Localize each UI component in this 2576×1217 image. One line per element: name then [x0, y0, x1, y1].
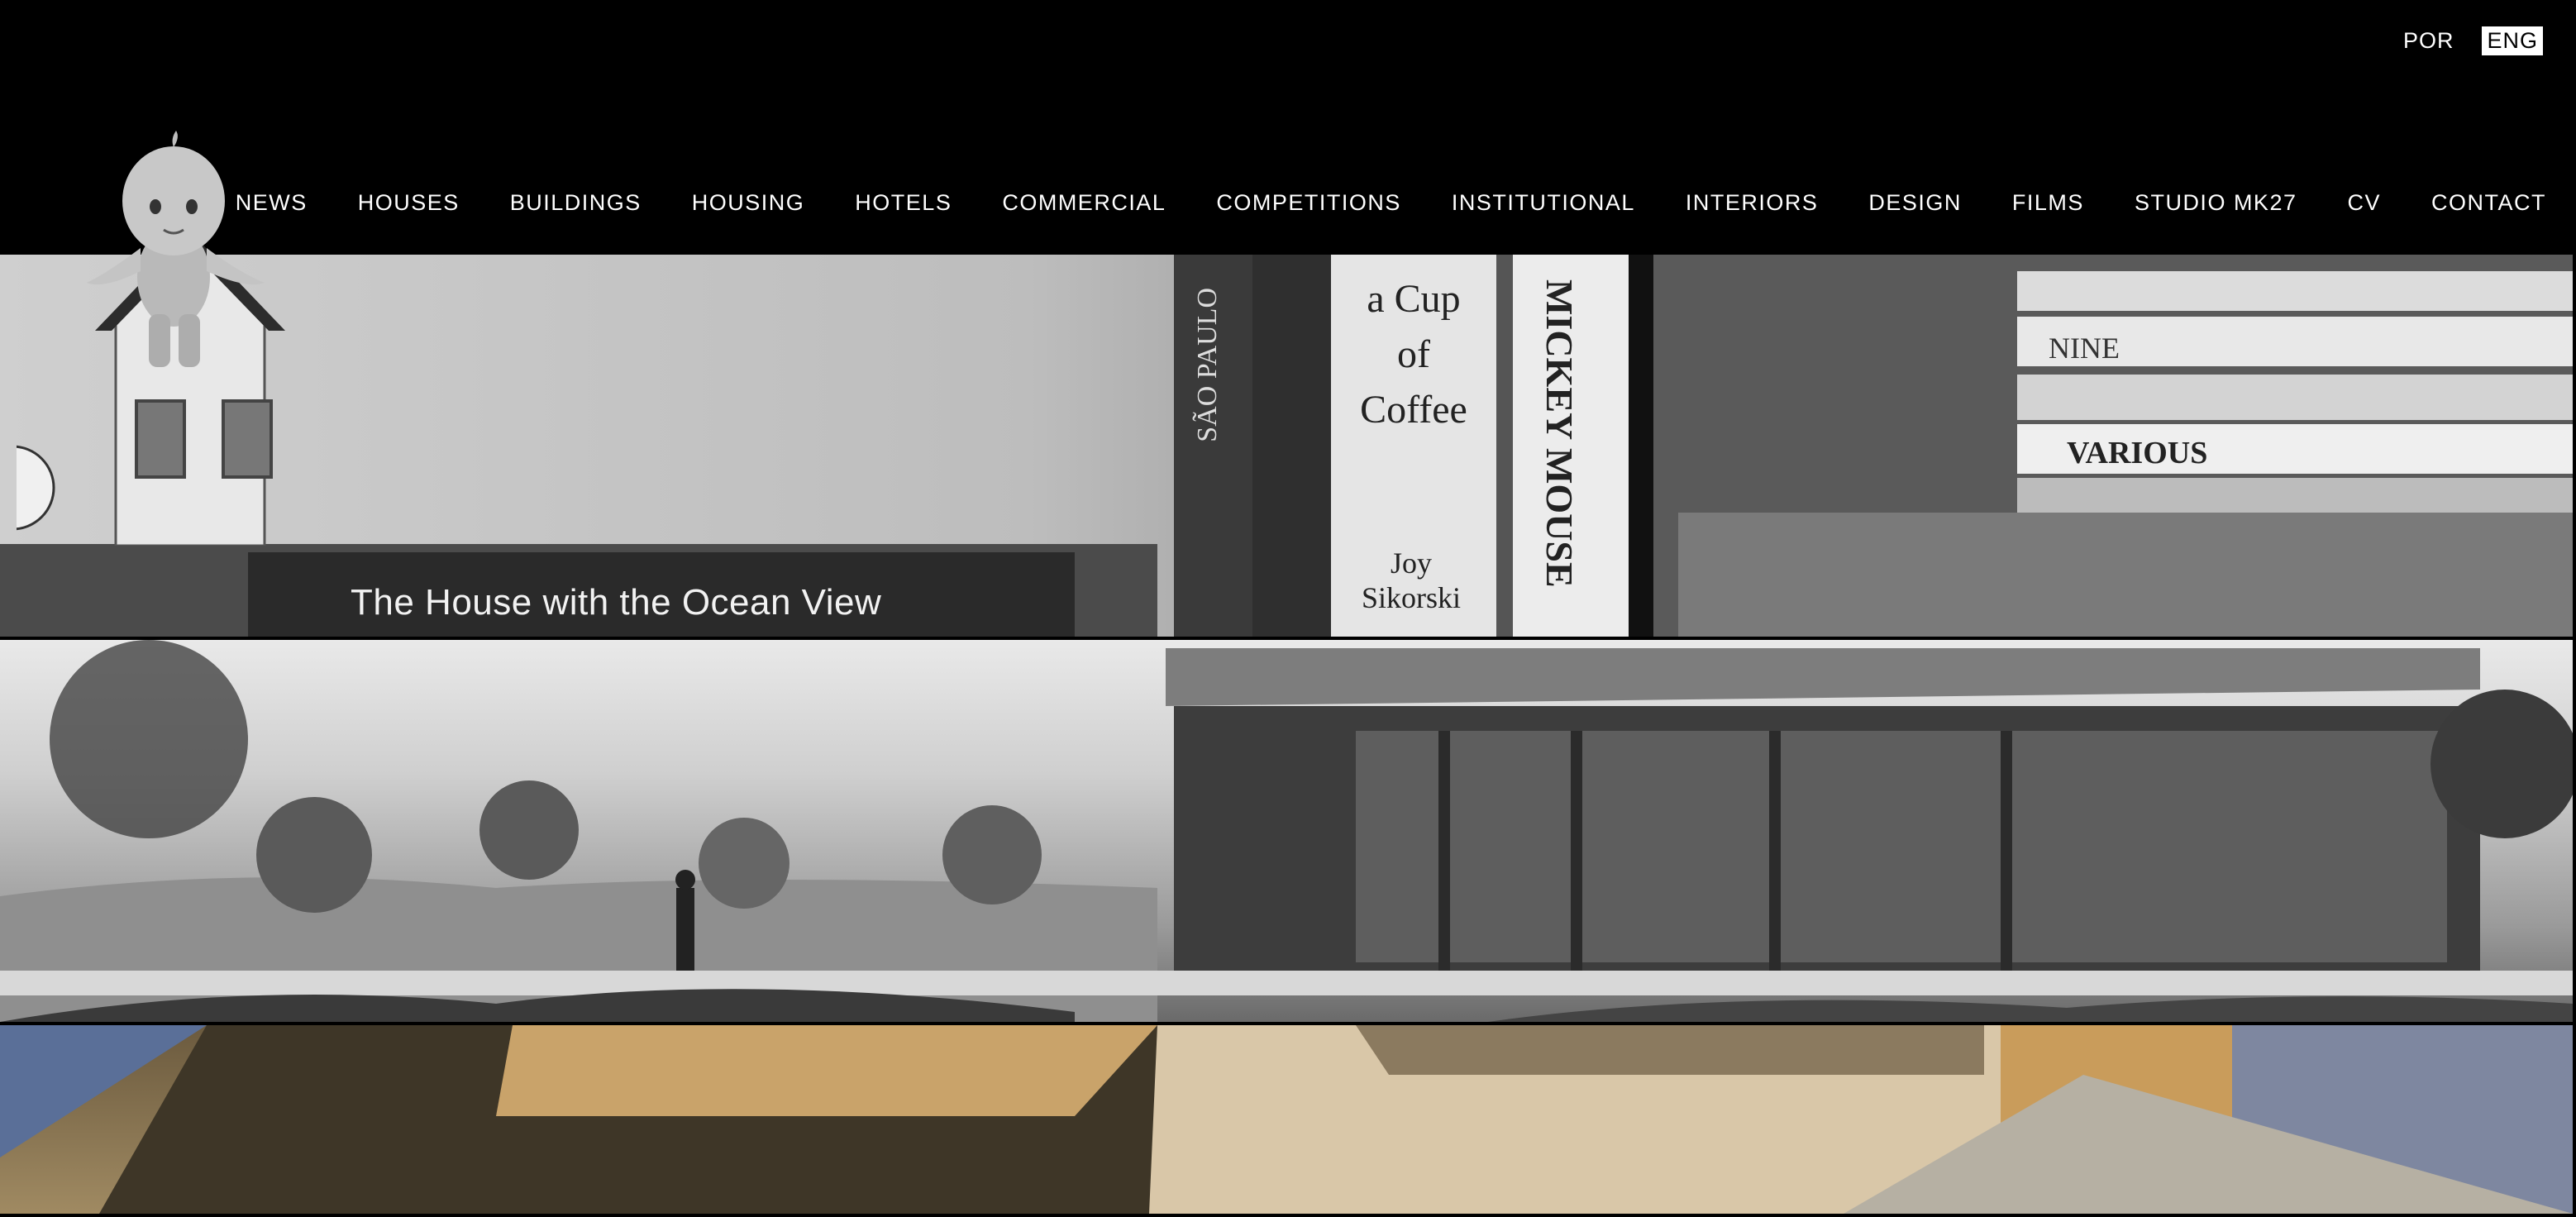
nav-contact[interactable]: CONTACT — [2431, 190, 2546, 216]
banner-house-landscape[interactable] — [0, 640, 2573, 1025]
lang-por-link[interactable]: POR — [2398, 26, 2459, 55]
nav-studio[interactable]: STUDIO MK27 — [2135, 190, 2297, 216]
nav-design[interactable]: DESIGN — [1868, 190, 1962, 216]
banner-bookshelf[interactable]: The House with the Ocean View SÃO PAULO … — [0, 255, 2573, 640]
nav-interiors[interactable]: INTERIORS — [1686, 190, 1819, 216]
spine-sao-paulo: SÃO PAULO — [1192, 288, 1223, 442]
language-switcher: POR ENG — [2398, 26, 2543, 55]
banner-building[interactable] — [0, 1025, 2573, 1217]
spine-mickey-mouse: MICKEY MOUSE — [1538, 279, 1581, 588]
nav-commercial[interactable]: COMMERCIAL — [1002, 190, 1166, 216]
nav-competitions[interactable]: COMPETITIONS — [1216, 190, 1401, 216]
nav-institutional[interactable]: INSTITUTIONAL — [1452, 190, 1635, 216]
nav-films[interactable]: FILMS — [2012, 190, 2084, 216]
book-various-label: VARIOUS — [2067, 436, 2208, 470]
book-nine-label: NINE — [2049, 332, 2120, 365]
nav-cv[interactable]: CV — [2347, 190, 2381, 216]
lang-eng-link[interactable]: ENG — [2482, 26, 2543, 55]
building-illustration — [0, 1025, 2573, 1214]
book-title-text: The House with the Ocean View — [351, 582, 882, 623]
nav-buildings[interactable]: BUILDINGS — [510, 190, 642, 216]
kewpie-logo-icon[interactable] — [0, 66, 364, 547]
spine-cup-of-coffee: a Cup of Coffee — [1360, 277, 1467, 432]
nav-housing[interactable]: HOUSING — [692, 190, 805, 216]
nav-houses[interactable]: HOUSES — [358, 190, 460, 216]
main-nav: NEWS HOUSES BUILDINGS HOUSING HOTELS COM… — [185, 190, 2546, 216]
house-landscape-illustration — [0, 640, 2573, 1022]
nav-hotels[interactable]: HOTELS — [855, 190, 952, 216]
spine-author: Joy Sikorski — [1361, 546, 1462, 614]
site-header: POR ENG NEWS HOUSES BUILDINGS HOUSING HO… — [0, 0, 2576, 255]
